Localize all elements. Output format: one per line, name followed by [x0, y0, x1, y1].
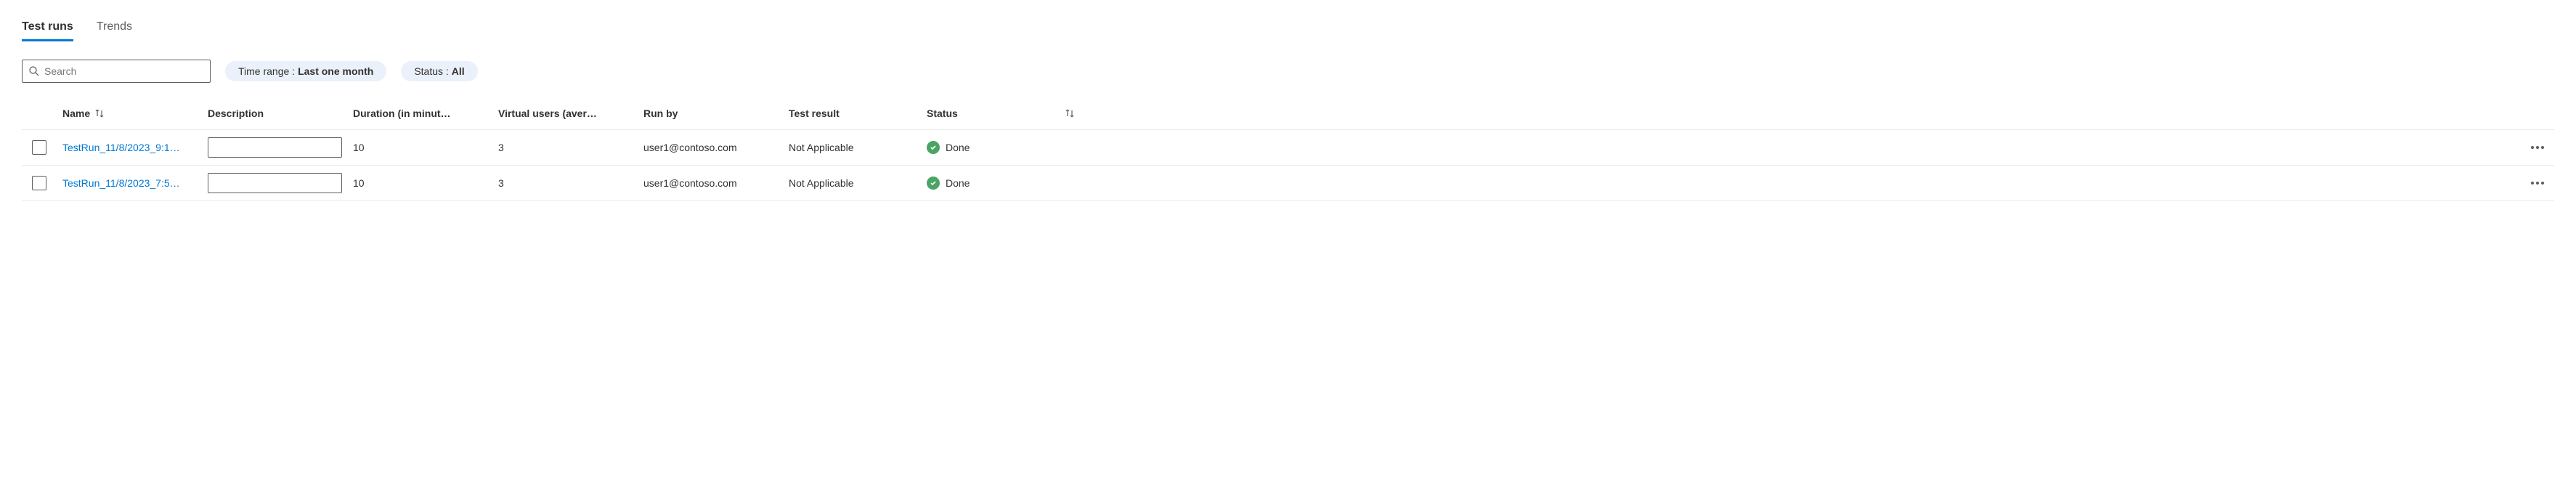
filter-row: Time range : Last one month Status : All	[22, 60, 2554, 83]
test-result-cell: Not Applicable	[783, 137, 921, 158]
filter-time-range-label: Time range :	[238, 65, 295, 77]
duration-cell: 10	[347, 137, 492, 158]
table-row: TestRun_11/8/2023_9:1… 10 3 user1@contos…	[22, 130, 2554, 166]
more-actions-button[interactable]	[2528, 143, 2547, 152]
description-input[interactable]	[208, 173, 342, 193]
col-header-sort-extra[interactable]	[1052, 103, 1088, 124]
col-header-description[interactable]: Description	[202, 103, 347, 124]
status-text: Done	[946, 142, 970, 153]
test-run-name-link[interactable]: TestRun_11/8/2023_7:5…	[62, 177, 180, 189]
sort-icon[interactable]	[94, 108, 105, 118]
virtual-users-cell: 3	[492, 173, 638, 193]
more-actions-button[interactable]	[2528, 179, 2547, 187]
sort-icon[interactable]	[1065, 108, 1075, 118]
col-header-name[interactable]: Name	[57, 103, 202, 124]
col-header-actions	[1088, 103, 2554, 124]
filter-time-range[interactable]: Time range : Last one month	[225, 61, 386, 81]
test-result-cell: Not Applicable	[783, 173, 921, 193]
test-run-name-link[interactable]: TestRun_11/8/2023_9:1…	[62, 142, 180, 153]
filter-status[interactable]: Status : All	[401, 61, 477, 81]
status-badge: Done	[927, 177, 970, 190]
row-checkbox[interactable]	[32, 140, 46, 155]
tabs-bar: Test runs Trends	[22, 15, 2554, 42]
col-header-name-label: Name	[62, 108, 90, 119]
table-header: Name Description Duration (in minut… Vir…	[22, 97, 2554, 130]
tab-trends[interactable]: Trends	[97, 15, 132, 41]
run-by-cell: user1@contoso.com	[638, 173, 783, 193]
run-by-cell: user1@contoso.com	[638, 137, 783, 158]
search-box[interactable]	[22, 60, 211, 83]
check-circle-icon	[927, 141, 940, 154]
col-header-checkbox	[22, 103, 57, 124]
col-header-status[interactable]: Status	[921, 103, 1052, 124]
tab-test-runs[interactable]: Test runs	[22, 15, 73, 41]
col-header-virtual-users[interactable]: Virtual users (aver…	[492, 103, 638, 124]
filter-time-range-value: Last one month	[298, 65, 373, 77]
col-header-duration[interactable]: Duration (in minut…	[347, 103, 492, 124]
col-header-test-result[interactable]: Test result	[783, 103, 921, 124]
filter-status-label: Status :	[414, 65, 448, 77]
duration-cell: 10	[347, 173, 492, 193]
virtual-users-cell: 3	[492, 137, 638, 158]
test-runs-table: Name Description Duration (in minut… Vir…	[22, 97, 2554, 201]
search-icon	[28, 65, 40, 77]
check-circle-icon	[927, 177, 940, 190]
col-header-run-by[interactable]: Run by	[638, 103, 783, 124]
row-checkbox[interactable]	[32, 176, 46, 190]
filter-status-value: All	[452, 65, 465, 77]
status-badge: Done	[927, 141, 970, 154]
description-input[interactable]	[208, 137, 342, 158]
table-row: TestRun_11/8/2023_7:5… 10 3 user1@contos…	[22, 166, 2554, 201]
status-text: Done	[946, 177, 970, 189]
search-input[interactable]	[44, 65, 204, 77]
